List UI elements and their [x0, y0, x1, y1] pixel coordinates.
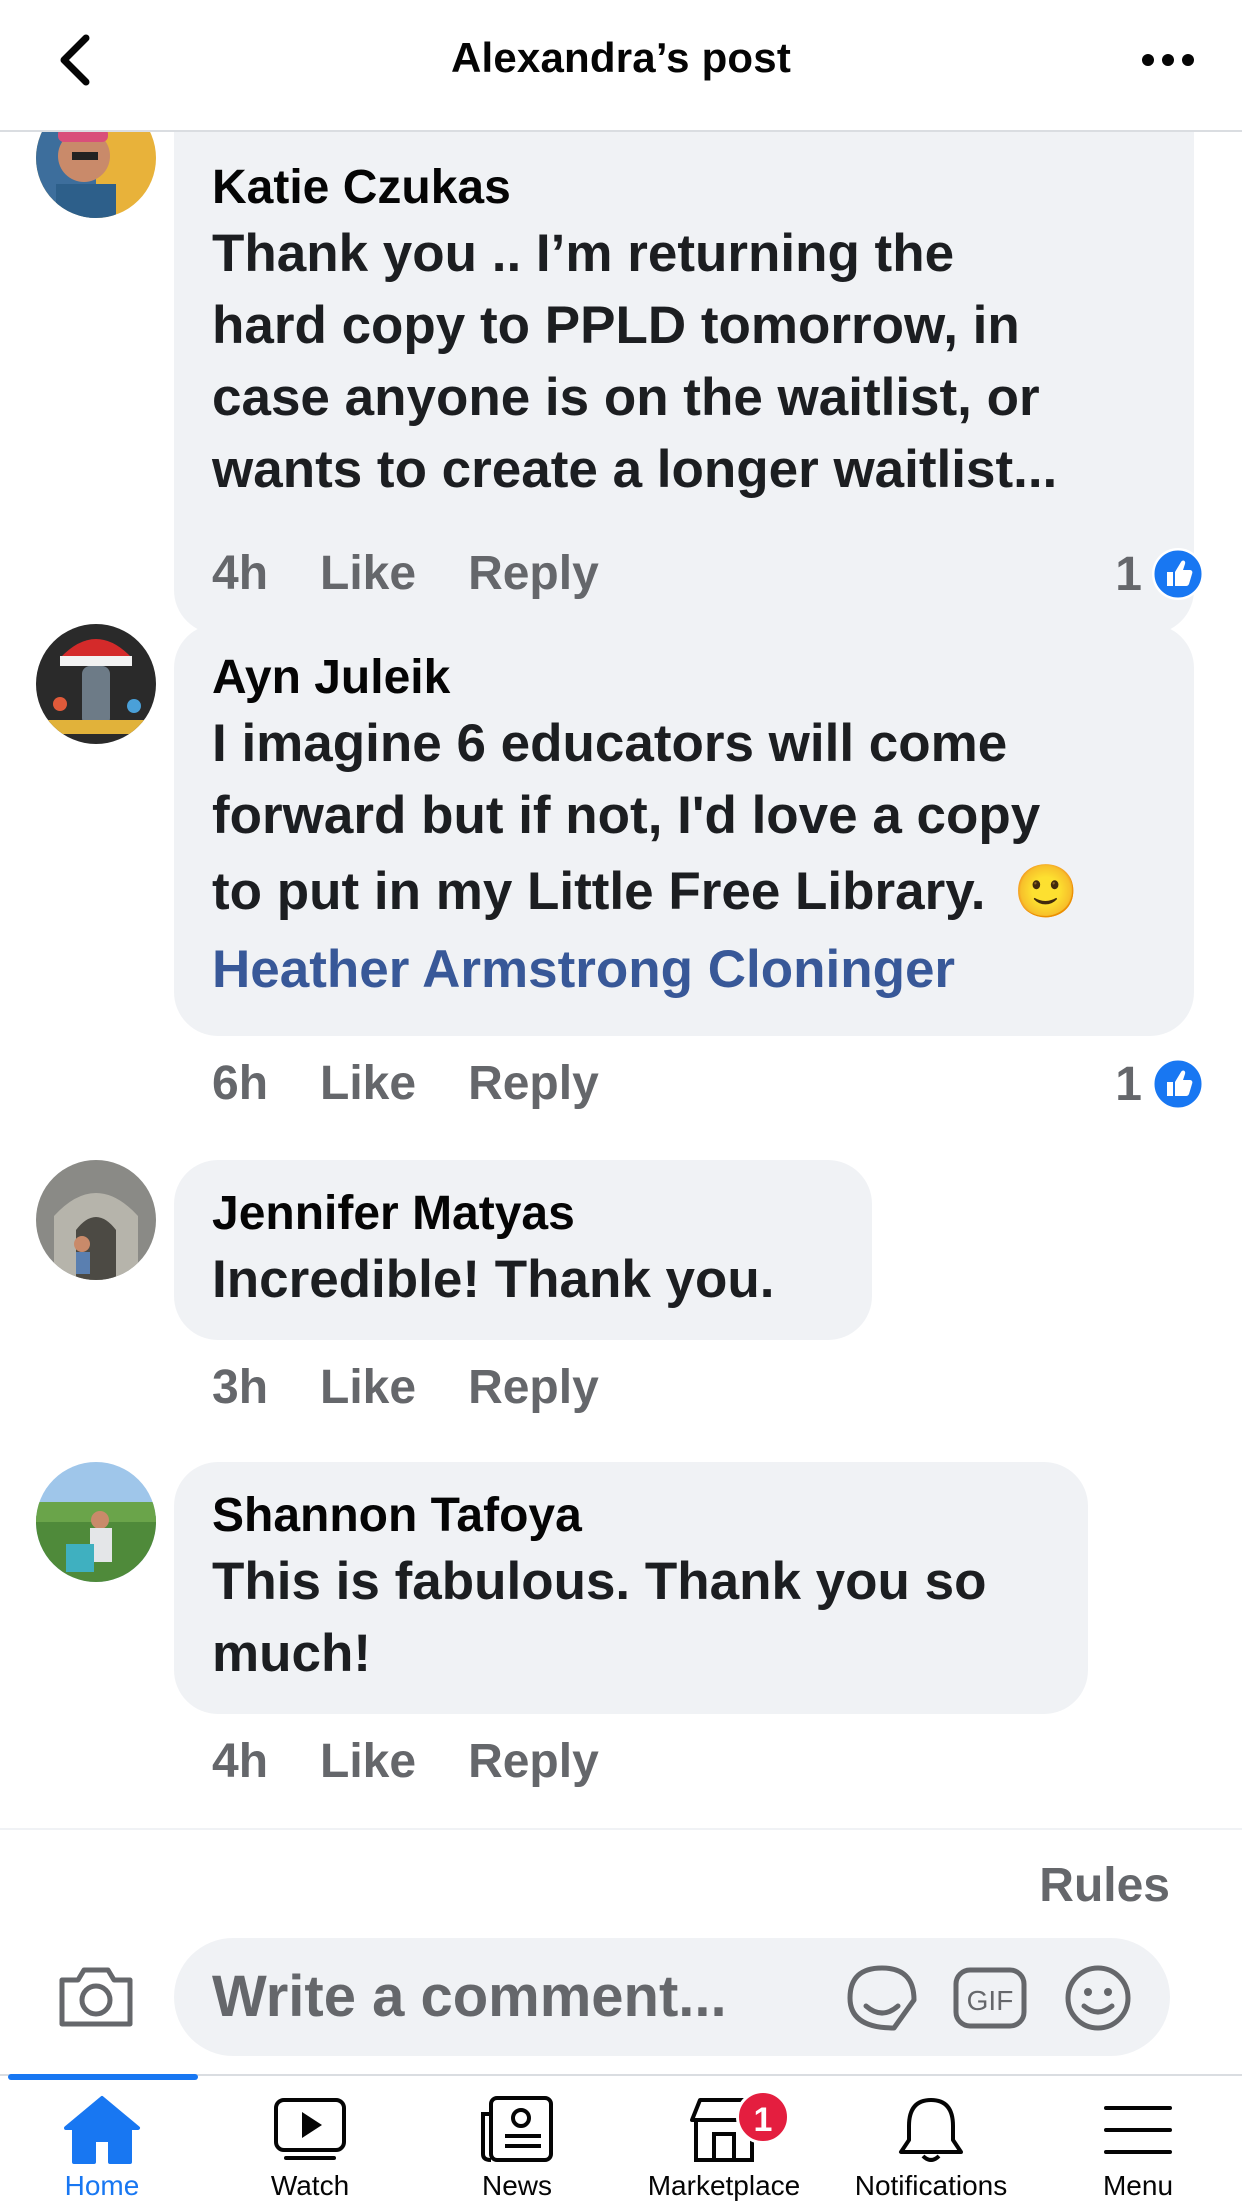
more-horizontal-icon[interactable]: [1138, 40, 1198, 80]
comment-author[interactable]: Jennifer Matyas: [212, 1184, 834, 1244]
avatar[interactable]: [36, 1462, 156, 1582]
gif-icon[interactable]: GIF: [952, 1962, 1028, 2034]
top-nav-bar: Alexandra’s post: [0, 0, 1242, 132]
camera-icon[interactable]: [56, 1962, 136, 2030]
like-button[interactable]: Like: [320, 1056, 416, 1111]
reply-button[interactable]: Reply: [468, 1360, 599, 1415]
notification-badge: 1: [736, 2090, 790, 2144]
reaction-count: 1: [1115, 547, 1142, 601]
tab-menu[interactable]: Menu: [1038, 2084, 1238, 2208]
active-tab-indicator: [8, 2074, 198, 2080]
like-button[interactable]: Like: [320, 1734, 416, 1789]
comment-text-line: much!: [212, 1624, 371, 1683]
emoji-smile: 🙂: [1013, 862, 1079, 922]
tab-label: News: [481, 2170, 552, 2201]
thumbs-up-icon: [1152, 1058, 1204, 1110]
comment-text-line: hard copy to PPLD tomorrow, in: [212, 296, 1020, 355]
menu-icon: [1104, 2106, 1172, 2154]
reaction-count: 1: [1115, 1057, 1142, 1111]
page-title: Alexandra’s post: [450, 34, 792, 81]
comment-bubble[interactable]: Ayn Juleik I imagine 6 educators will co…: [174, 624, 1194, 1036]
tab-watch[interactable]: Watch: [210, 2084, 410, 2208]
comment-time: 4h: [212, 1734, 269, 1788]
comment-author[interactable]: Katie Czukas: [212, 158, 1156, 218]
comment-text-line: to put in my Little Free Library. 🙂: [212, 852, 1156, 932]
tab-marketplace[interactable]: Marketplace 1: [624, 2084, 824, 2208]
comment-time: 4h: [212, 546, 269, 600]
comment-time: 3h: [212, 1360, 269, 1414]
comment-input[interactable]: [212, 1956, 832, 2036]
news-icon: [481, 2096, 553, 2162]
thumbs-up-icon: [1152, 548, 1204, 600]
mentioned-user-link[interactable]: Heather Armstrong Cloninger: [212, 932, 1156, 1008]
tab-news[interactable]: News: [417, 2084, 617, 2208]
comment-actions: 6h Like Reply: [212, 1048, 599, 1118]
tab-label: Marketplace: [647, 2170, 801, 2201]
comment-text-line: I imagine 6 educators will come: [212, 714, 1008, 773]
emoji-icon[interactable]: [1060, 1962, 1136, 2034]
comment-actions: 3h Like Reply: [212, 1352, 599, 1422]
comments-feed[interactable]: Katie Czukas Thank you .. I’m returning …: [0, 132, 1242, 1827]
comment-text-line: wants to create a longer waitlist...: [212, 440, 1058, 499]
tab-label: Watch: [270, 2170, 350, 2201]
comment-actions: 4h Like Reply: [212, 538, 599, 608]
avatar[interactable]: [36, 132, 156, 218]
like-button[interactable]: Like: [320, 546, 416, 601]
comment-text-line: Incredible! Thank you.: [212, 1250, 775, 1309]
tab-label: Notifications: [854, 2170, 1008, 2201]
comment-author[interactable]: Ayn Juleik: [212, 648, 1156, 708]
rules-link[interactable]: Rules: [1039, 1858, 1170, 1913]
home-icon: [64, 2096, 140, 2164]
svg-text:GIF: GIF: [967, 1985, 1014, 2016]
tab-home[interactable]: Home: [2, 2084, 202, 2208]
comment-text-line: Thank you .. I’m returning the: [212, 224, 955, 283]
comment-actions: 4h Like Reply: [212, 1726, 599, 1796]
tab-label: Home: [64, 2170, 140, 2201]
comment-bubble[interactable]: Jennifer Matyas Incredible! Thank you.: [174, 1160, 872, 1340]
like-button[interactable]: Like: [320, 1360, 416, 1415]
comment-text-line: case anyone is on the waitlist, or: [212, 368, 1040, 427]
sticker-icon[interactable]: [844, 1962, 920, 2034]
tab-notifications[interactable]: Notifications: [831, 2084, 1031, 2208]
avatar[interactable]: [36, 624, 156, 744]
comment-time: 6h: [212, 1056, 269, 1110]
reply-button[interactable]: Reply: [468, 1056, 599, 1111]
comment-bubble[interactable]: Shannon Tafoya This is fabulous. Thank y…: [174, 1462, 1088, 1714]
comment-composer[interactable]: GIF: [174, 1938, 1170, 2056]
bell-icon: [899, 2098, 963, 2162]
watch-icon: [274, 2098, 346, 2160]
reply-button[interactable]: Reply: [468, 546, 599, 601]
reactions-summary[interactable]: 1: [1115, 544, 1204, 604]
tab-label: Menu: [1102, 2170, 1174, 2201]
feed-divider: [0, 1828, 1242, 1830]
comment-author[interactable]: Shannon Tafoya: [212, 1486, 1050, 1546]
avatar[interactable]: [36, 1160, 156, 1280]
comment-text-line: forward but if not, I'd love a copy: [212, 786, 1041, 845]
comment-text-span: to put in my Little Free Library.: [212, 862, 986, 921]
comment-text-line: This is fabulous. Thank you so: [212, 1552, 987, 1611]
reactions-summary[interactable]: 1: [1115, 1054, 1204, 1114]
bottom-tab-bar: Home Watch News Marketplace 1 Notificati…: [0, 2074, 1242, 2208]
reply-button[interactable]: Reply: [468, 1734, 599, 1789]
